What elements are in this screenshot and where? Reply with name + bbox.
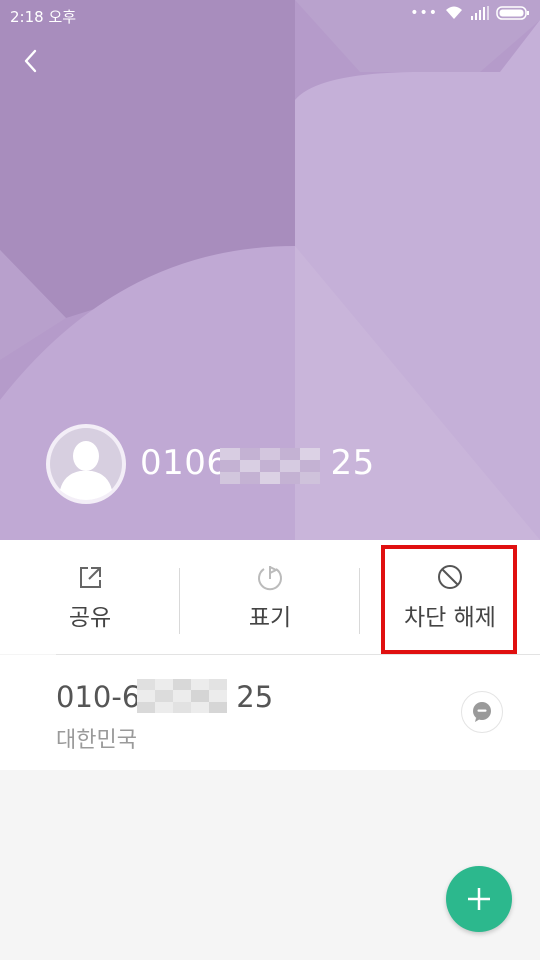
flag-icon <box>258 566 282 591</box>
status-bar: 2:18 오후 ••• <box>0 0 540 30</box>
detail-number-start: 010-6 <box>56 680 141 714</box>
add-button[interactable] <box>446 866 512 932</box>
message-button[interactable] <box>461 691 503 733</box>
status-icons: ••• <box>410 5 530 21</box>
battery-icon <box>496 6 529 20</box>
back-button[interactable] <box>18 46 48 76</box>
signal-icon <box>471 6 489 20</box>
detail-number-end: 25 <box>236 680 274 714</box>
detail-region: 대한민국 <box>56 728 137 753</box>
redacted-block <box>220 448 320 484</box>
number-detail-row[interactable]: 010-6 25 대한민국 <box>0 655 540 770</box>
mark-label: 표기 <box>248 605 292 631</box>
contact-header: 2:18 오후 ••• 0106 25 <box>0 0 540 540</box>
dots-icon: ••• <box>410 5 438 21</box>
plus-icon <box>468 888 490 910</box>
share-button[interactable]: 공유 <box>0 540 180 654</box>
status-time: 2:18 오후 <box>10 8 77 26</box>
redacted-block <box>137 679 227 713</box>
message-icon <box>473 702 491 722</box>
highlight-box <box>381 545 517 654</box>
share-label: 공유 <box>68 605 112 631</box>
person-icon <box>50 428 122 500</box>
avatar <box>46 424 126 504</box>
share-icon <box>80 567 101 588</box>
phone-number-end: 25 <box>330 443 375 483</box>
phone-number-start: 0106 <box>140 443 229 483</box>
mark-button[interactable]: 표기 <box>180 540 360 654</box>
wifi-icon <box>446 6 462 19</box>
